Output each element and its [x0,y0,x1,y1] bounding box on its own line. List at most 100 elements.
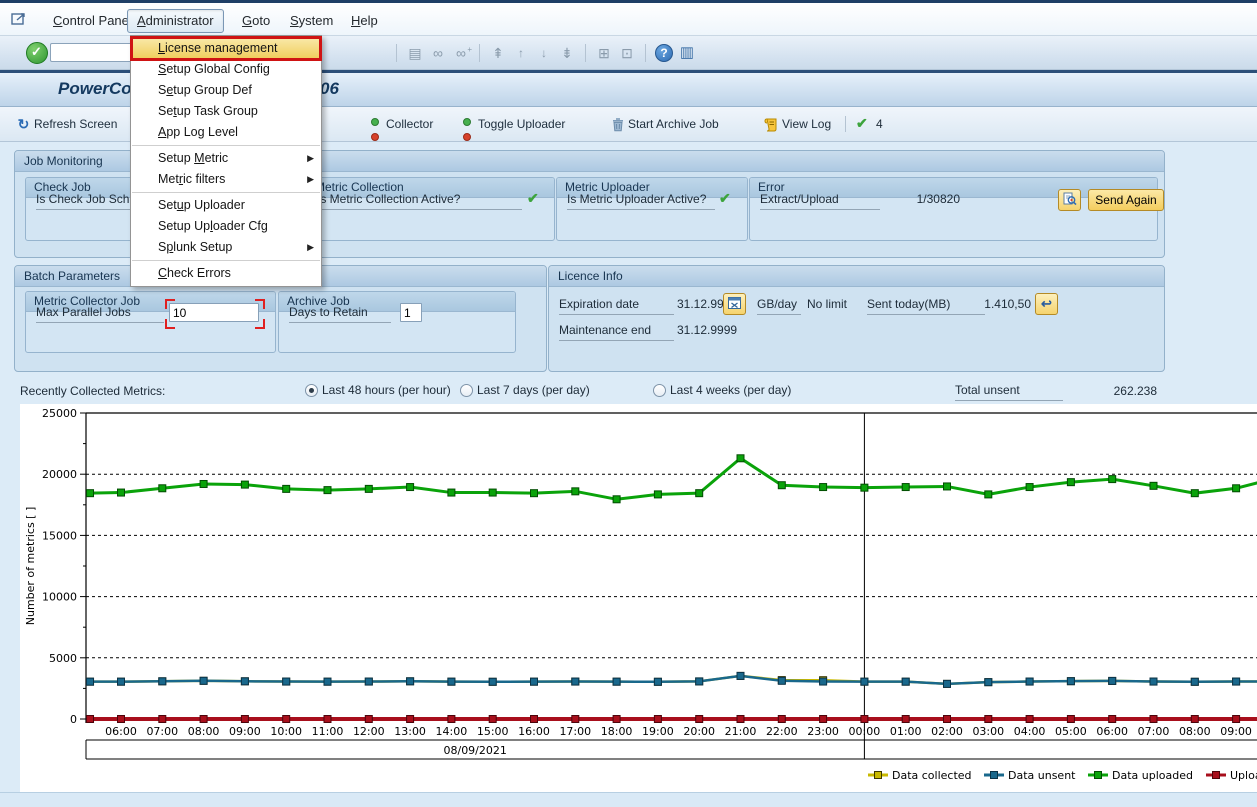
series-data-uploaded [87,455,1257,503]
error-details-magnifier-button[interactable] [1058,189,1081,211]
menu-item-splunk-setup[interactable]: Splunk Setup▶ [131,237,321,258]
date-band-label: 08/09/2021 [443,744,506,757]
page-down-icon[interactable]: ↓ [535,44,553,62]
data-point-marker [1191,490,1198,497]
max-parallel-jobs-input[interactable] [169,303,259,322]
x-tick-label: 04:00 [1014,725,1046,738]
menu-item-setup-group-def[interactable]: Setup Group Def [131,80,321,101]
find-icon[interactable]: ∞ [429,44,447,62]
menubar-item-help[interactable]: Help [342,10,387,32]
data-point-marker [572,488,579,495]
menu-item-setup-uploader[interactable]: Setup Uploader [131,195,321,216]
metrics-chart: 050001000015000200002500006:0007:0008:00… [20,404,1257,792]
menu-item-label: Setup Task Group [158,104,258,118]
menu-item-setup-uploader-cfg[interactable]: Setup Uploader Cfg [131,216,321,237]
x-tick-label: 13:00 [394,725,426,738]
menu-item-check-errors[interactable]: Check Errors [131,263,321,284]
legend-marker-icon [1213,772,1220,779]
system-menu-icon[interactable] [11,12,27,26]
first-page-icon[interactable]: ⇞ [489,44,507,62]
collector-button[interactable]: Collector [368,114,433,134]
x-tick-label: 02:00 [931,725,963,738]
data-point-marker [365,678,372,685]
menu-item-setup-global-config[interactable]: Setup Global Config [131,59,321,80]
data-point-marker [200,677,207,684]
menu-item-app-log-level[interactable]: App Log Level [131,122,321,143]
data-point-marker [531,678,538,685]
toolbar-divider [845,116,846,132]
days-to-retain-input[interactable] [400,303,422,322]
x-tick-label: 05:00 [1055,725,1087,738]
focus-corner [255,319,265,329]
data-point-marker [1233,678,1240,685]
legend-item-data-collected: Data collected [868,769,972,782]
page-title-right: 06 [320,79,339,99]
toggle-icon [368,117,383,132]
data-point-marker [200,716,207,723]
menu-item-setup-task-group[interactable]: Setup Task Group [131,101,321,122]
data-point-marker [407,484,414,491]
menu-item-setup-metric[interactable]: Setup Metric▶ [131,148,321,169]
send-again-button[interactable]: Send Again [1088,189,1164,211]
data-point-marker [861,716,868,723]
menubar-item-goto[interactable]: Goto [233,10,279,32]
shortcut-icon[interactable]: ⊡ [618,44,636,62]
toggle-uploader-button[interactable]: Toggle Uploader [460,114,565,134]
button-label: View Log [782,114,831,134]
help-icon[interactable]: ? [655,44,673,62]
enter-button[interactable] [26,42,48,64]
x-tick-label: 09:00 [229,725,261,738]
radio-option-last-48-hours-per-hour[interactable]: Last 48 hours (per hour) [305,383,451,397]
metric-uploader-field-label: Is Metric Uploader Active? [567,192,715,210]
data-point-marker [985,491,992,498]
menubar-item-system[interactable]: System [281,10,342,32]
maintenance-end-label: Maintenance end [559,323,674,341]
y-tick-label: 5000 [49,652,77,665]
x-tick-label: 09:00 [1220,725,1252,738]
start-archive-job-button[interactable]: Start Archive Job [610,114,719,134]
maintenance-end-value: 31.12.9999 [677,323,737,337]
radio-option-last-7-days-per-day[interactable]: Last 7 days (per day) [460,383,590,397]
data-point-marker [944,680,951,687]
expiration-date-calendar-button[interactable] [723,293,746,315]
data-point-marker [778,677,785,684]
button-label: Refresh Screen [34,114,117,134]
new-session-icon[interactable]: ⊞ [595,44,613,62]
data-point-marker [241,481,248,488]
data-point-marker [654,678,661,685]
customize-layout-icon[interactable]: ▥ [678,44,696,62]
x-tick-label: 22:00 [766,725,798,738]
radio-unselected-icon[interactable] [653,384,666,397]
data-point-marker [1150,678,1157,685]
data-point-marker [820,716,827,723]
refresh-screen-button[interactable]: ↻Refresh Screen [16,114,117,134]
x-tick-label: 12:00 [353,725,385,738]
page-up-icon[interactable]: ↑ [512,44,530,62]
print-icon[interactable]: ▤ [406,44,424,62]
data-point-marker [902,678,909,685]
menu-item-label: App Log Level [158,125,238,139]
x-tick-label: 21:00 [725,725,757,738]
menu-item-license-management[interactable]: License management [131,38,321,59]
x-tick-label: 20:00 [683,725,715,738]
radio-selected-icon[interactable] [305,384,318,397]
data-point-marker [1067,716,1074,723]
sent-today-history-button[interactable]: ↩ [1035,293,1058,315]
data-point-marker [1026,678,1033,685]
last-page-icon[interactable]: ⇟ [558,44,576,62]
menu-item-label: Setup Metric [158,151,228,165]
data-point-marker [1026,484,1033,491]
menubar-item-administrator[interactable]: Administrator [127,9,224,33]
radio-unselected-icon[interactable] [460,384,473,397]
find-next-icon[interactable]: ∞+ [452,44,470,62]
legend-marker-icon [991,772,998,779]
y-tick-label: 10000 [42,591,77,604]
menu-item-metric-filters[interactable]: Metric filters▶ [131,169,321,190]
data-point-marker [87,678,94,685]
radio-option-last-4-weeks-per-day[interactable]: Last 4 weeks (per day) [653,383,791,397]
data-point-marker [572,716,579,723]
legend-label: Upload Errors [1230,769,1257,782]
days-to-retain-label: Days to Retain [289,305,391,323]
view-log-button[interactable]: View Log [764,114,831,134]
data-point-marker [489,489,496,496]
